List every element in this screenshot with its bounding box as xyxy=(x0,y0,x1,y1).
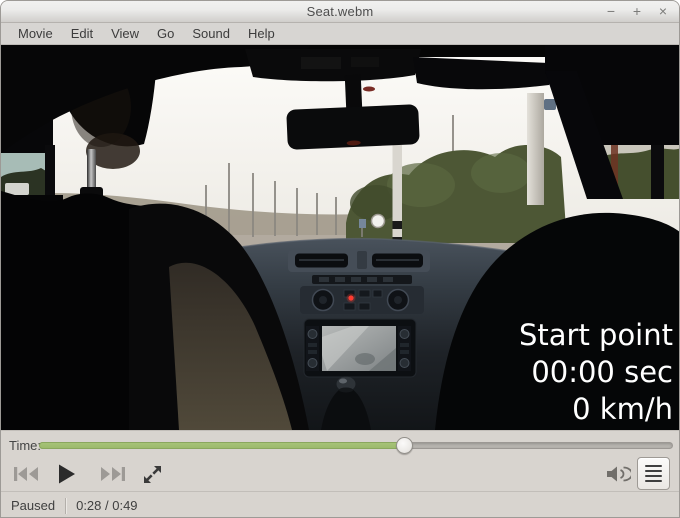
overlay-line-2: 00:00 sec xyxy=(531,355,673,389)
small-blue-sign xyxy=(359,219,366,228)
b-pillar xyxy=(651,143,664,199)
expand-arrows-icon xyxy=(143,465,161,483)
control-panel: Time: xyxy=(1,430,679,491)
video-overlay-text: Start point 00:00 sec 0 km/h xyxy=(519,317,673,428)
skip-backward-icon xyxy=(13,467,38,481)
menu-edit[interactable]: Edit xyxy=(62,24,102,43)
minimize-button[interactable]: − xyxy=(603,4,619,20)
playlist-toggle-button[interactable] xyxy=(637,457,670,490)
status-separator xyxy=(65,497,67,514)
overlay-line-1: Start point xyxy=(518,318,673,352)
menu-movie[interactable]: Movie xyxy=(9,24,62,43)
play-icon xyxy=(59,464,75,484)
fullscreen-button[interactable] xyxy=(139,457,165,491)
player-window: Seat.webm − + × Movie Edit View Go Sound… xyxy=(0,0,680,518)
maximize-button[interactable]: + xyxy=(629,4,645,20)
previous-chapter-button[interactable] xyxy=(11,457,41,491)
hamburger-lines-icon xyxy=(645,464,662,468)
close-button[interactable]: × xyxy=(655,4,671,20)
play-button[interactable] xyxy=(53,457,79,491)
menu-sound[interactable]: Sound xyxy=(183,24,239,43)
time-label: Time: xyxy=(9,438,42,453)
window-controls: − + × xyxy=(603,1,671,23)
menu-view[interactable]: View xyxy=(102,24,148,43)
menu-help[interactable]: Help xyxy=(239,24,284,43)
statusbar: Paused 0:28 / 0:49 xyxy=(1,491,679,517)
menu-go[interactable]: Go xyxy=(148,24,183,43)
video-canvas[interactable]: Start point 00:00 sec 0 km/h xyxy=(1,45,679,430)
titlebar[interactable]: Seat.webm − + × xyxy=(1,1,679,23)
speaker-icon xyxy=(607,466,631,482)
next-chapter-button[interactable] xyxy=(97,457,127,491)
menubar: Movie Edit View Go Sound Help xyxy=(1,23,679,45)
overlay-line-3: 0 km/h xyxy=(572,392,673,426)
playback-position: 0:28 / 0:49 xyxy=(76,498,138,513)
volume-button[interactable] xyxy=(603,457,633,491)
transport-buttons xyxy=(1,457,679,491)
time-slider-fill xyxy=(39,442,405,449)
time-slider-thumb[interactable] xyxy=(396,437,414,454)
time-slider[interactable] xyxy=(39,436,673,454)
pole-top-device xyxy=(544,99,556,110)
window-title: Seat.webm xyxy=(306,4,374,19)
playback-state: Paused xyxy=(11,498,56,513)
road-sign xyxy=(370,213,386,229)
tall-pole xyxy=(527,93,544,205)
skip-forward-icon xyxy=(100,467,125,481)
